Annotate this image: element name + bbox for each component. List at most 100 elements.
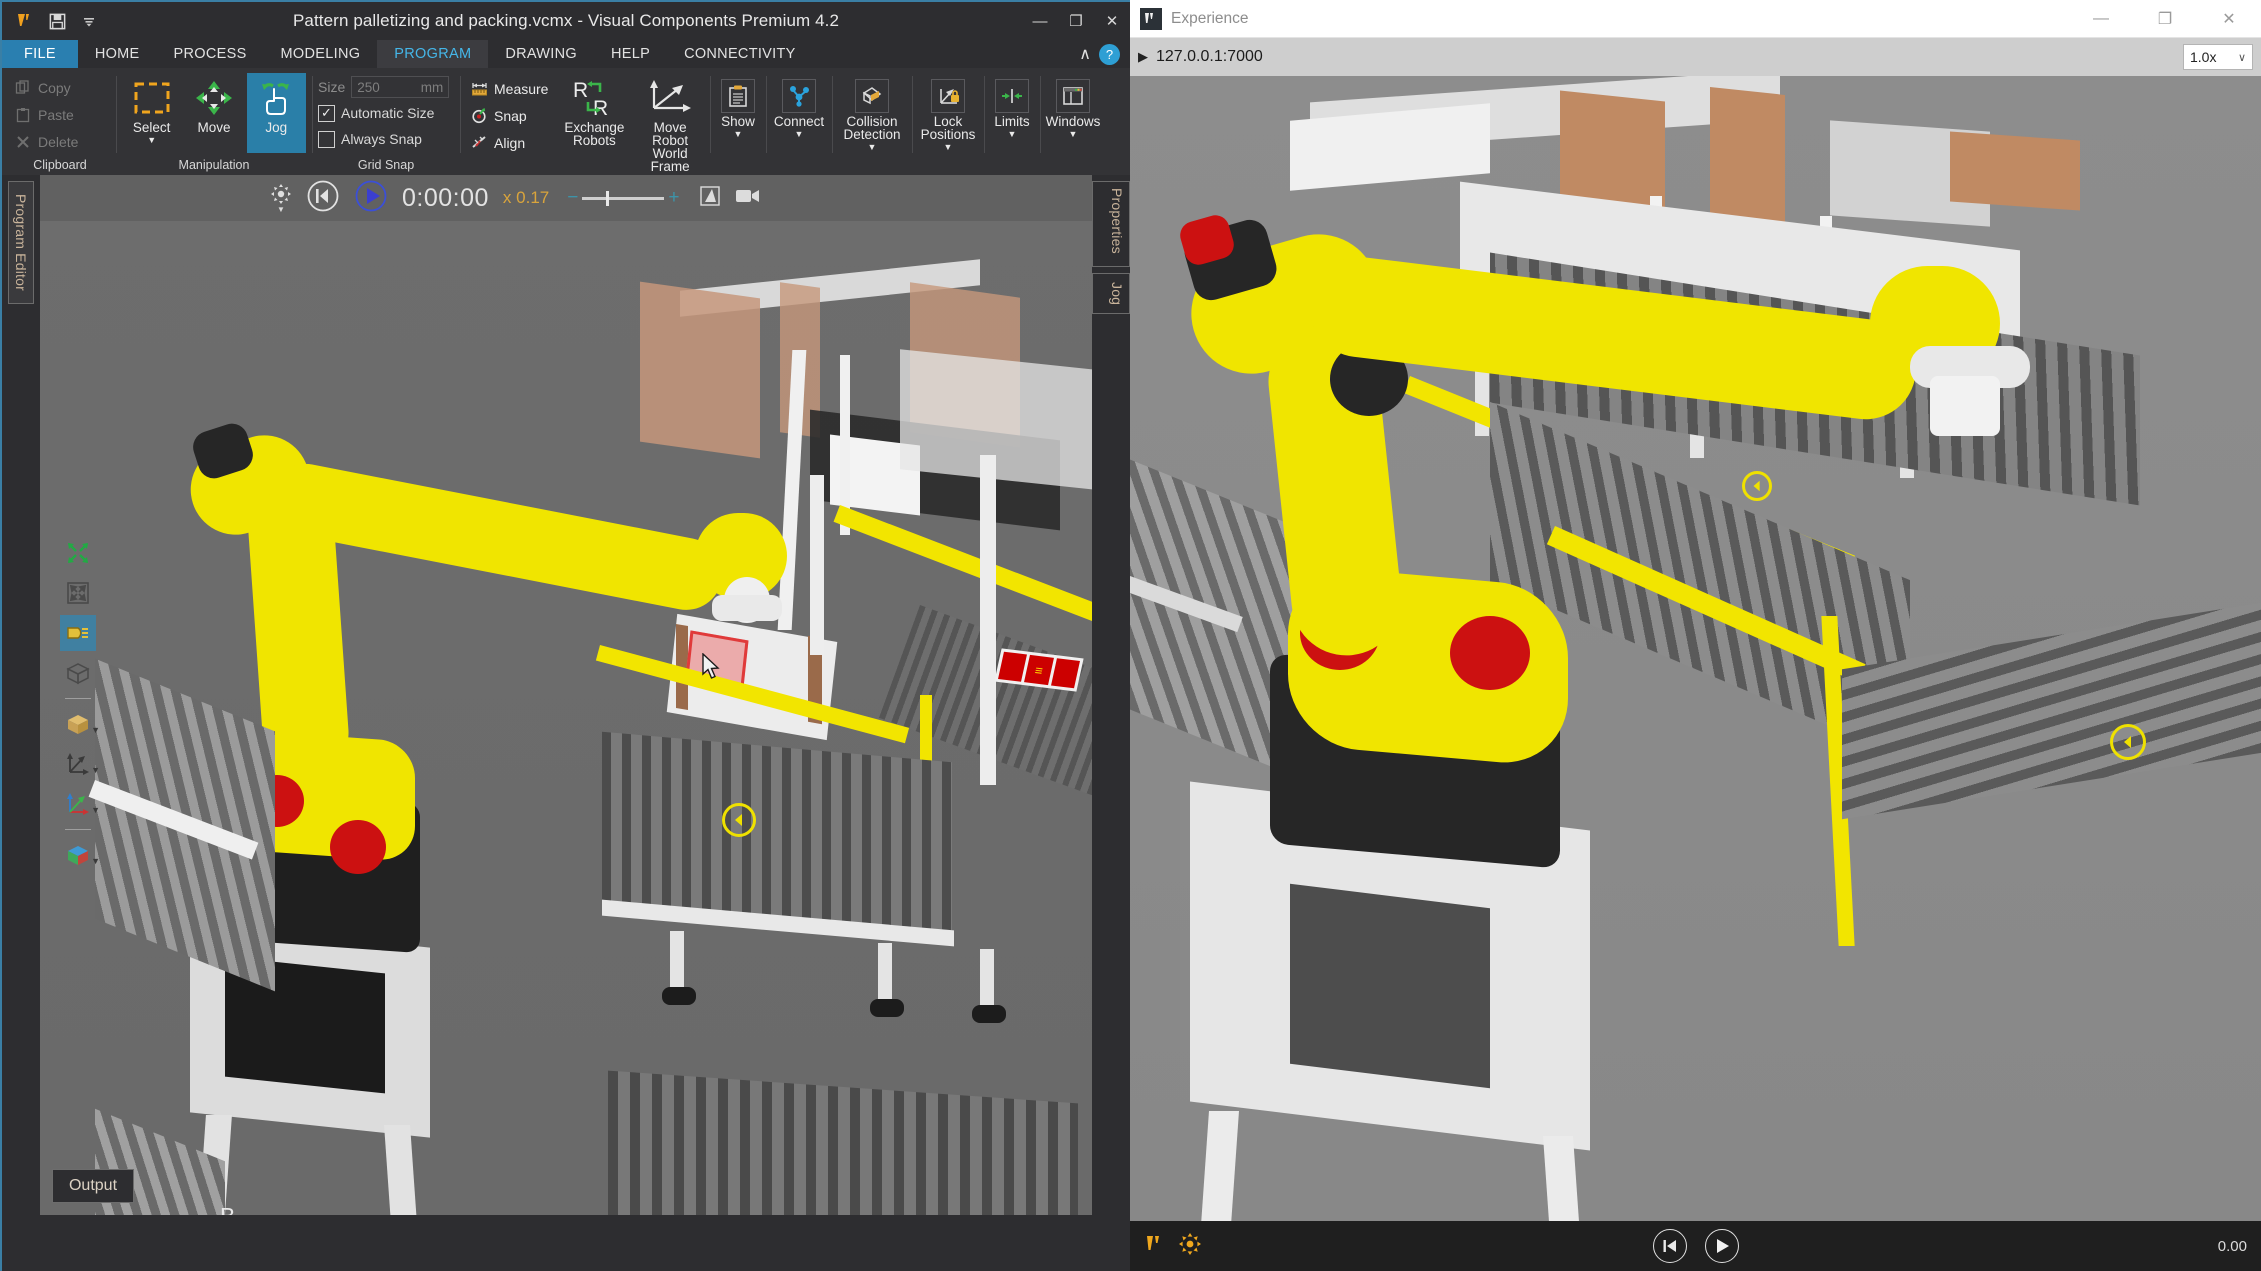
sidebar-tab-jog[interactable]: Jog (1092, 272, 1130, 314)
view-compass[interactable]: B L T R F (150, 1195, 330, 1215)
sidebar-tab-properties[interactable]: Properties (1092, 181, 1130, 267)
move-icon (195, 77, 233, 119)
experience-reset-button[interactable] (1652, 1229, 1687, 1263)
lighting-icon[interactable] (60, 615, 96, 651)
lock-positions-label: Lock Positions (920, 114, 976, 142)
record-button[interactable] (699, 185, 721, 212)
coordinate-frame-icon[interactable]: ▼ (60, 746, 100, 782)
sidebar-tab-program-editor[interactable]: Program Editor (8, 181, 34, 304)
experience-maximize-button[interactable]: ❐ (2133, 0, 2197, 38)
limits-label: Limits (994, 114, 1030, 129)
windows-button[interactable]: Windows ▼ (1045, 75, 1101, 139)
save-icon[interactable] (42, 6, 72, 36)
tab-process[interactable]: PROCESS (157, 40, 264, 68)
always-snap-checkbox[interactable] (318, 130, 335, 148)
ribbon-group-clipboard: Copy Paste Delete Clipboard (4, 68, 116, 175)
ribbon-group-collision: Collision Detection ▼ (832, 68, 912, 175)
vc-logo-orange-icon[interactable] (1144, 1233, 1166, 1260)
experience-3d-view[interactable] (1130, 76, 2261, 1221)
lock-positions-caret-icon[interactable]: ▼ (944, 142, 953, 152)
speed-slider-track[interactable] (582, 190, 665, 206)
speed-decrease-icon[interactable]: − (567, 187, 578, 209)
zoom-area-icon[interactable] (60, 575, 96, 611)
snap-icon (470, 107, 488, 125)
solid-cube-icon[interactable]: ▼ (60, 706, 100, 742)
select-caret-icon[interactable]: ▼ (147, 135, 156, 145)
group-label-clipboard: Clipboard (33, 158, 87, 172)
view-cube-icon[interactable]: ▼ (60, 837, 100, 873)
grid-size-input[interactable]: 250 mm (351, 76, 450, 98)
copy-button[interactable]: Copy (10, 74, 75, 101)
help-button[interactable]: ? (1099, 43, 1120, 65)
paste-button[interactable]: Paste (10, 101, 78, 128)
qat-dropdown-icon[interactable] (74, 6, 104, 36)
move-button[interactable]: Move (184, 73, 243, 134)
experience-minimize-button[interactable]: — (2069, 0, 2133, 38)
ribbon-tabbar-right: ∧ ? (1079, 40, 1130, 68)
ribbon-group-lock-positions: Lock Positions ▼ (912, 68, 984, 175)
show-caret-icon[interactable]: ▼ (734, 129, 743, 139)
always-snap-row[interactable]: Always Snap (318, 127, 422, 151)
solid-cube-caret-icon[interactable]: ▼ (91, 725, 100, 735)
tab-connectivity[interactable]: CONNECTIVITY (667, 40, 813, 68)
experience-zoom-select[interactable]: 1.0x ∨ (2183, 44, 2253, 70)
tab-file[interactable]: FILE (2, 40, 78, 68)
status-bar (2, 1215, 1130, 1271)
collision-detection-button[interactable]: Collision Detection ▼ (838, 75, 906, 152)
colored-axis-caret-icon[interactable]: ▼ (91, 805, 100, 815)
main-work-area: Program Editor ≡ ▼ 0:00:00 x 0.17 − + ▼ … (2, 175, 1130, 1215)
minimize-button[interactable]: — (1022, 2, 1058, 40)
connect-button[interactable]: Connect ▼ (772, 75, 826, 139)
jog-button[interactable]: Jog (246, 73, 306, 153)
collision-detection-caret-icon[interactable]: ▼ (868, 142, 877, 152)
delete-button[interactable]: Delete (10, 128, 82, 155)
collapse-ribbon-icon[interactable]: ∧ (1079, 44, 1091, 64)
tab-home[interactable]: HOME (78, 40, 157, 68)
experience-address[interactable]: 127.0.0.1:7000 (1156, 48, 1263, 66)
zoom-to-fit-icon[interactable] (60, 535, 96, 571)
lock-positions-button[interactable]: Lock Positions ▼ (918, 75, 978, 152)
connect-caret-icon[interactable]: ▼ (795, 129, 804, 139)
experience-address-bar: ▶ 127.0.0.1:7000 1.0x ∨ (1130, 38, 2261, 76)
gear-icon-orange[interactable] (1178, 1232, 1202, 1261)
group-label-grid-snap: Grid Snap (357, 158, 415, 172)
measure-label: Measure (494, 80, 549, 97)
tab-help[interactable]: HELP (594, 40, 667, 68)
limits-button[interactable]: Limits ▼ (990, 75, 1034, 139)
show-button[interactable]: Show ▼ (716, 75, 760, 139)
align-button[interactable]: Align (466, 129, 552, 156)
automatic-size-checkbox[interactable]: ✓ (318, 104, 335, 122)
simulation-speed-slider[interactable]: − + (567, 187, 679, 209)
experience-play-button[interactable] (1704, 1229, 1739, 1263)
vc-logo-icon[interactable] (10, 6, 40, 36)
exchange-robots-button[interactable]: R R Exchange Robots (560, 73, 628, 147)
tab-modeling[interactable]: MODELING (264, 40, 378, 68)
experience-bottom-left (1144, 1232, 1202, 1261)
snap-button[interactable]: Snap (466, 102, 552, 129)
triangle-right-icon[interactable]: ▶ (1138, 49, 1148, 65)
view-cube-caret-icon[interactable]: ▼ (91, 856, 100, 866)
tab-program[interactable]: PROGRAM (377, 40, 489, 68)
experience-close-button[interactable]: ✕ (2197, 0, 2261, 38)
close-button[interactable]: ✕ (1094, 2, 1130, 40)
speed-increase-icon[interactable]: + (668, 187, 679, 209)
automatic-size-row[interactable]: ✓ Automatic Size (318, 101, 434, 125)
colored-axis-icon[interactable]: ▼ (60, 786, 100, 822)
speed-slider-knob[interactable] (606, 190, 610, 206)
video-button[interactable] (735, 187, 761, 210)
windows-label: Windows (1045, 114, 1101, 129)
wireframe-cube-icon[interactable] (60, 655, 96, 691)
measure-button[interactable]: Measure (466, 75, 552, 102)
limits-caret-icon[interactable]: ▼ (1008, 129, 1017, 139)
simulation-reset-button[interactable] (306, 179, 340, 218)
coordinate-frame-caret-icon[interactable]: ▼ (91, 765, 100, 775)
maximize-button[interactable]: ❐ (1058, 2, 1094, 40)
select-button[interactable]: Select ▼ (122, 73, 181, 145)
move-robot-world-frame-button[interactable]: Move Robot World Frame (636, 73, 704, 173)
windows-caret-icon[interactable]: ▼ (1069, 129, 1078, 139)
3d-viewport[interactable]: ≡ B L T R F (40, 175, 1092, 1215)
simulation-play-button[interactable] (354, 179, 388, 218)
tab-drawing[interactable]: DRAWING (488, 40, 594, 68)
simulation-settings-button[interactable]: ▼ (270, 183, 292, 214)
output-button[interactable]: Output (52, 1169, 134, 1203)
